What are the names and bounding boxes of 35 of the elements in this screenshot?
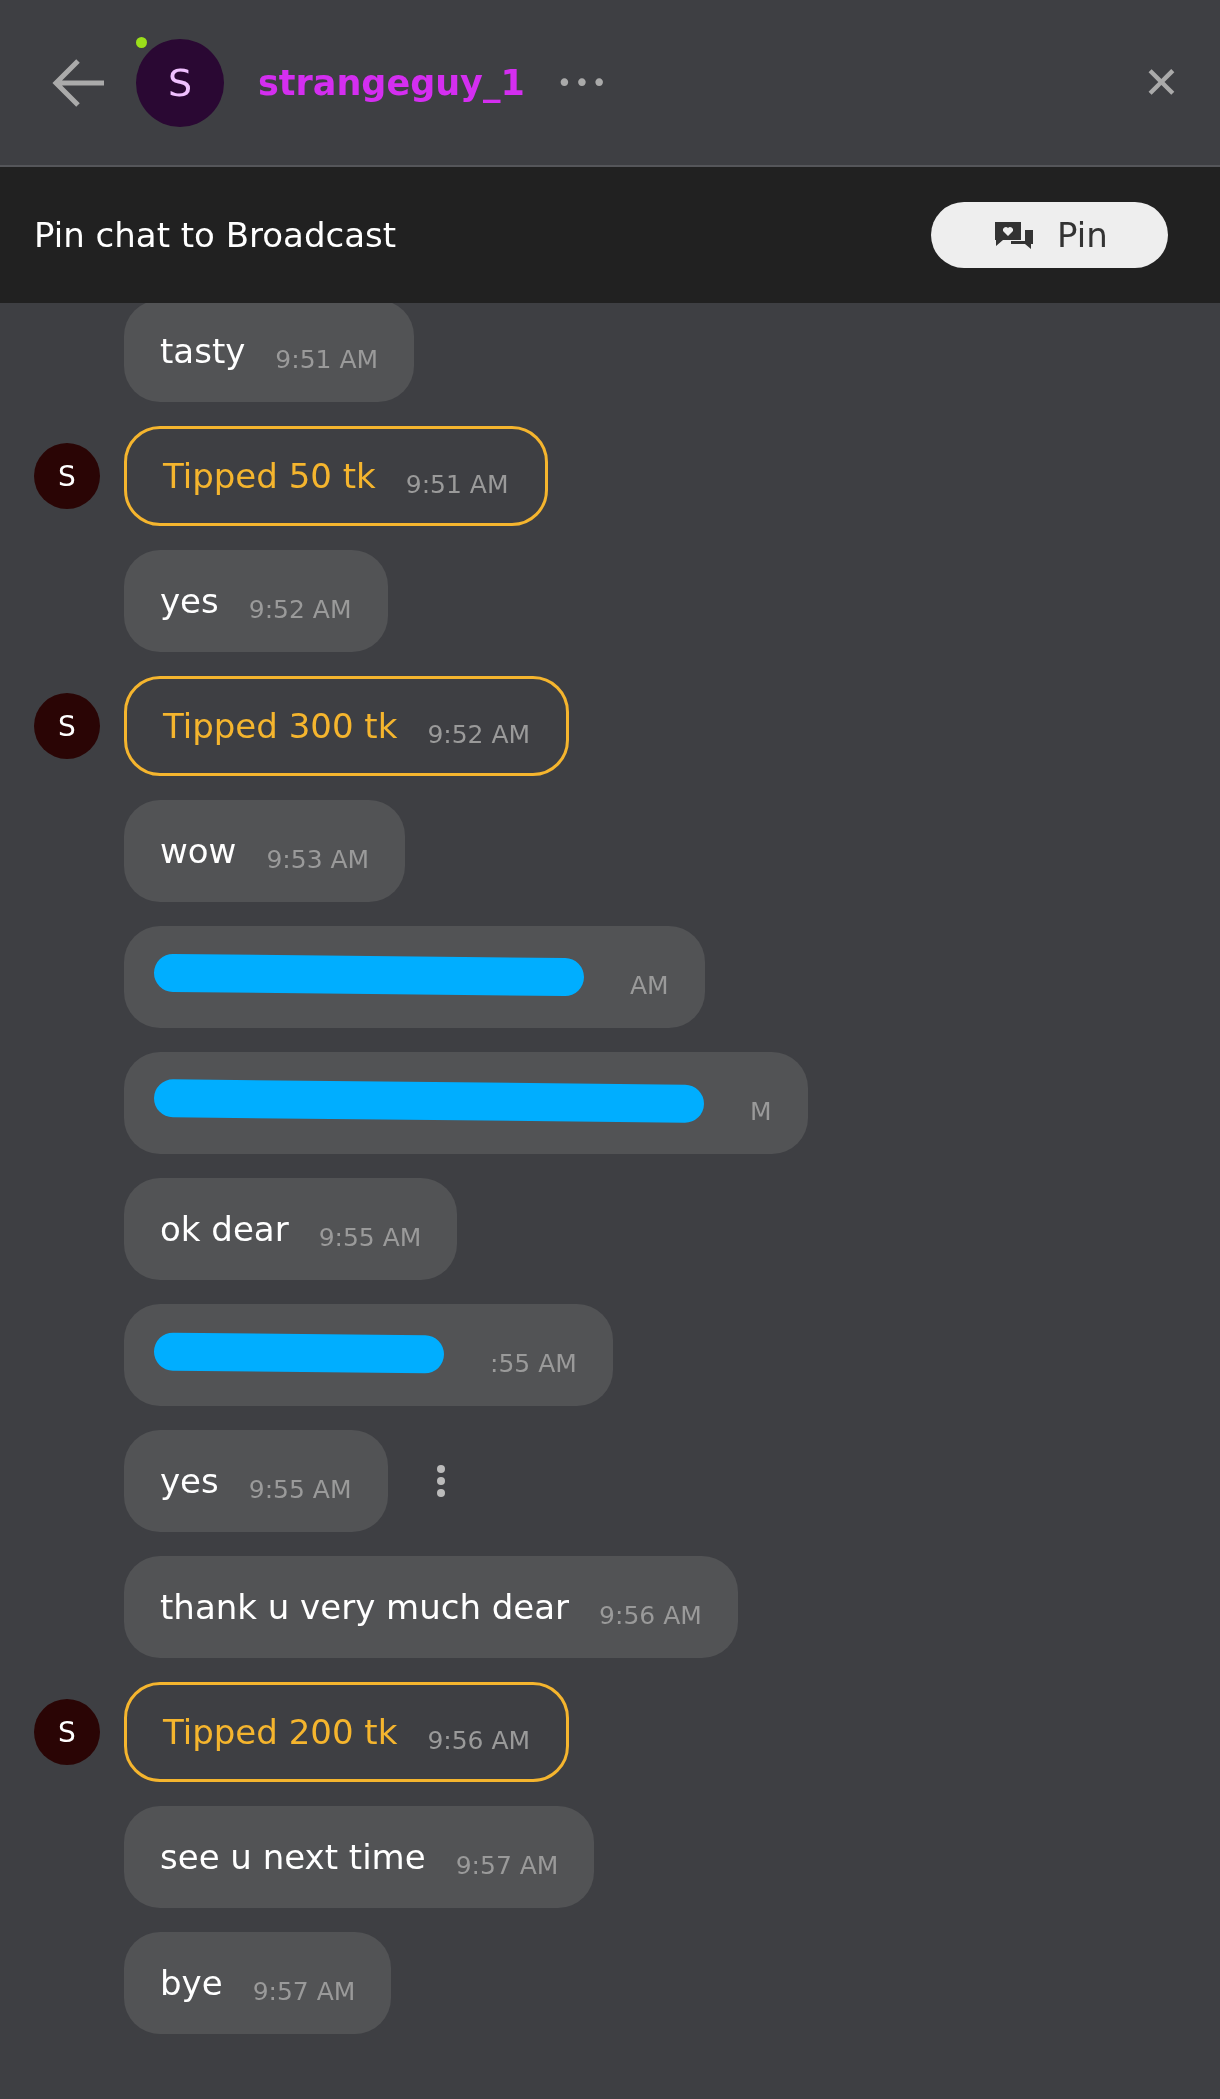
kebab-menu-icon[interactable] (435, 1464, 446, 1498)
sender-avatar: S (34, 443, 100, 509)
message-time: 9:51 AM (275, 344, 379, 374)
tip-text: Tipped 50 tk (163, 456, 376, 496)
message-time: 9:51 AM (405, 469, 509, 499)
message-time: 9:56 AM (427, 1725, 531, 1755)
pin-button[interactable]: Pin (931, 202, 1168, 268)
sender-avatar: S (34, 693, 100, 759)
message-time: 9:57 AM (455, 1850, 559, 1880)
pin-label: Pin chat to Broadcast (34, 215, 397, 255)
message-time: 9:52 AM (427, 719, 531, 749)
tip-text: Tipped 200 tk (163, 1712, 398, 1752)
message-time: 9:55 AM (318, 1222, 422, 1252)
message-time: :55 AM (490, 1348, 577, 1378)
message-time: 9:52 AM (248, 594, 352, 624)
message-text: tasty (160, 331, 246, 371)
message-text: bye (160, 1963, 223, 2003)
close-button[interactable]: ✕ (1143, 57, 1180, 108)
user-avatar: S (136, 38, 224, 127)
message-time: 9:53 AM (266, 844, 370, 874)
message-time: 9:55 AM (248, 1474, 352, 1504)
message-text: yes (160, 581, 219, 621)
message-text: see u next time (160, 1837, 426, 1877)
message-time: AM (630, 970, 669, 1000)
message-text: wow (160, 831, 237, 871)
message-time: 9:57 AM (252, 1976, 356, 2006)
message-text: ok dear (160, 1209, 289, 1249)
username[interactable]: strangeguy_1 (258, 62, 525, 103)
message-text: thank u very much dear (160, 1587, 570, 1627)
message-text: yes (160, 1461, 219, 1501)
tip-text: Tipped 300 tk (163, 706, 398, 746)
message-time: M (750, 1096, 772, 1126)
sender-avatar: S (34, 1699, 100, 1765)
more-icon[interactable]: ••• (556, 67, 609, 98)
message-time: 9:56 AM (599, 1600, 702, 1630)
